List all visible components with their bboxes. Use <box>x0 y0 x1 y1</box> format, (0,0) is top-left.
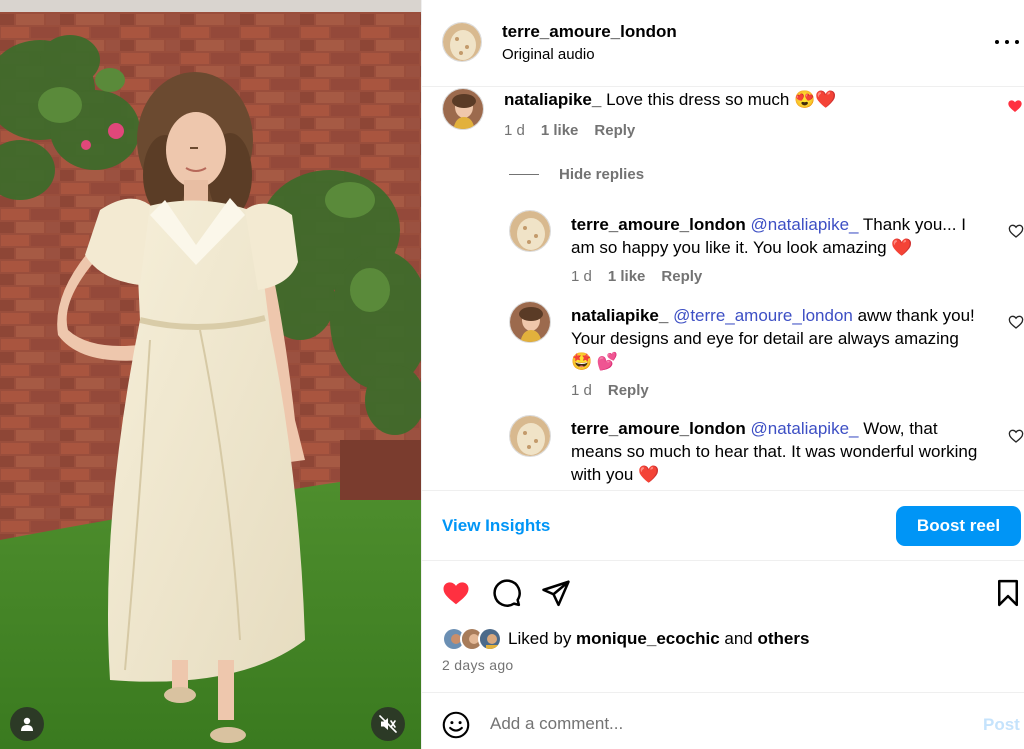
emoji-icon[interactable] <box>442 711 470 739</box>
comment-meta: 1 d 1 like Reply <box>504 122 635 139</box>
heart-filled-icon[interactable] <box>441 578 471 608</box>
reel-video[interactable] <box>0 0 421 749</box>
reply-meta: 1 d Reply <box>571 382 649 399</box>
comment-age: 1 d <box>504 122 525 139</box>
reply-age: 1 d <box>571 382 592 399</box>
reel-photo <box>0 0 421 749</box>
tagged-people-button[interactable] <box>10 707 44 741</box>
reply-button[interactable]: Reply <box>661 268 702 285</box>
comment-input[interactable] <box>490 709 960 739</box>
reply-button[interactable]: Reply <box>608 382 649 399</box>
view-insights-link[interactable]: View Insights <box>442 516 550 536</box>
comment-text: Love this dress so much 😍❤️ <box>606 90 837 109</box>
mention-link[interactable]: @nataliapike_ <box>751 215 859 234</box>
comment-username[interactable]: nataliapike_ <box>504 90 601 109</box>
reply-meta: 1 d 1 like Reply <box>571 268 702 285</box>
liked-by-and: and <box>719 629 758 648</box>
reply-likes[interactable]: 1 like <box>608 268 646 285</box>
more-horizontal-icon <box>995 40 999 44</box>
heart-outline-icon[interactable] <box>1008 314 1024 330</box>
heart-outline-icon[interactable] <box>1008 223 1024 239</box>
mention-link[interactable]: @nataliapike_ <box>751 419 859 438</box>
liker-avatar <box>478 627 502 651</box>
comment-likes[interactable]: 1 like <box>541 122 579 139</box>
speaker-muted-icon <box>379 715 397 733</box>
replier-avatar[interactable] <box>509 301 551 343</box>
hide-replies-button[interactable]: Hide replies <box>509 166 644 183</box>
post-date[interactable]: 2 days ago <box>442 657 514 673</box>
replier-avatar[interactable] <box>509 210 551 252</box>
more-options-button[interactable] <box>995 34 1019 50</box>
comment-icon[interactable] <box>492 578 522 608</box>
liked-by-row: Liked by monique_ecochic and others <box>442 627 809 651</box>
author-avatar[interactable] <box>442 22 482 62</box>
liker-avatars[interactable] <box>442 627 502 651</box>
liked-by-user[interactable]: monique_ecochic <box>576 629 720 649</box>
add-comment-bar: Post <box>422 692 1024 749</box>
share-icon[interactable] <box>541 578 571 608</box>
post-actions: Liked by monique_ecochic and others 2 da… <box>422 562 1024 692</box>
replier-avatar[interactable] <box>509 415 551 457</box>
liked-by-prefix: Liked by <box>508 629 577 648</box>
heart-outline-icon[interactable] <box>1008 428 1024 444</box>
post-header: terre_amoure_london Original audio <box>422 0 1024 87</box>
hide-replies-label: Hide replies <box>559 166 645 183</box>
audio-label[interactable]: Original audio <box>502 46 595 63</box>
reply-username[interactable]: terre_amoure_london <box>571 215 746 234</box>
mention-link[interactable]: @terre_amoure_london <box>673 306 853 325</box>
post-comment-button[interactable]: Post <box>983 715 1020 735</box>
author-username[interactable]: terre_amoure_london <box>502 22 677 42</box>
post-details-panel: terre_amoure_london Original audio natal… <box>421 0 1024 749</box>
reply-username[interactable]: nataliapike_ <box>571 306 668 325</box>
person-icon <box>21 717 33 731</box>
insights-bar: View Insights Boost reel <box>422 490 1024 561</box>
boost-reel-button[interactable]: Boost reel <box>896 506 1021 546</box>
commenter-avatar[interactable] <box>442 88 484 130</box>
reply-age: 1 d <box>571 268 592 285</box>
mute-button[interactable] <box>371 707 405 741</box>
heart-filled-icon[interactable] <box>1007 98 1023 114</box>
reply-button[interactable]: Reply <box>594 122 635 139</box>
comments-list[interactable]: nataliapike_ Love this dress so much 😍❤️… <box>422 88 1024 490</box>
bookmark-icon[interactable] <box>993 578 1023 608</box>
divider <box>509 174 539 175</box>
liked-by-others[interactable]: others <box>757 629 809 649</box>
reply-username[interactable]: terre_amoure_london <box>571 419 746 438</box>
